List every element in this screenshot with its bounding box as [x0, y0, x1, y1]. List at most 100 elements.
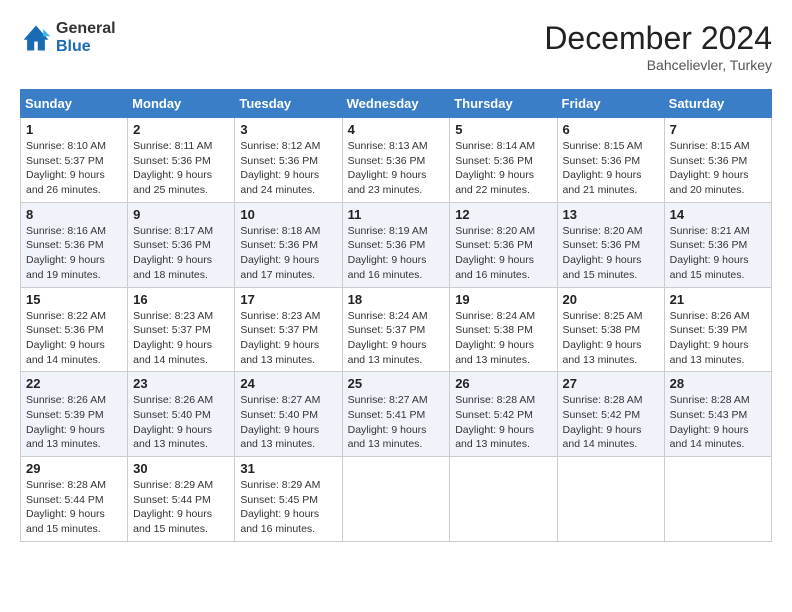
day-info: Sunrise: 8:12 AMSunset: 5:36 PMDaylight:… — [240, 139, 336, 198]
day-info: Sunrise: 8:13 AMSunset: 5:36 PMDaylight:… — [348, 139, 445, 198]
week-row-3: 15 Sunrise: 8:22 AMSunset: 5:36 PMDayligh… — [21, 287, 772, 372]
day-cell: 22 Sunrise: 8:26 AMSunset: 5:39 PMDayligh… — [21, 372, 128, 457]
day-number: 25 — [348, 376, 445, 391]
weekday-header-row: SundayMondayTuesdayWednesdayThursdayFrid… — [21, 90, 772, 118]
day-info: Sunrise: 8:14 AMSunset: 5:36 PMDaylight:… — [455, 139, 551, 198]
day-cell: 15 Sunrise: 8:22 AMSunset: 5:36 PMDayligh… — [21, 287, 128, 372]
day-number: 19 — [455, 292, 551, 307]
day-cell: 10 Sunrise: 8:18 AMSunset: 5:36 PMDayligh… — [235, 202, 342, 287]
day-info: Sunrise: 8:18 AMSunset: 5:36 PMDaylight:… — [240, 224, 336, 283]
day-cell: 11Sunrise: 8:19 AMSunset: 5:36 PMDayligh… — [342, 202, 450, 287]
day-number: 22 — [26, 376, 122, 391]
day-info: Sunrise: 8:29 AMSunset: 5:44 PMDaylight:… — [133, 478, 229, 537]
weekday-header-sunday: Sunday — [21, 90, 128, 118]
day-number: 18 — [348, 292, 445, 307]
logo: General Blue — [20, 20, 116, 55]
day-info: Sunrise: 8:28 AMSunset: 5:42 PMDaylight:… — [455, 393, 551, 452]
day-cell: 7 Sunrise: 8:15 AMSunset: 5:36 PMDaylight… — [664, 118, 771, 203]
day-cell: 28Sunrise: 8:28 AMSunset: 5:43 PMDayligh… — [664, 372, 771, 457]
day-info: Sunrise: 8:11 AMSunset: 5:36 PMDaylight:… — [133, 139, 229, 198]
day-info: Sunrise: 8:28 AMSunset: 5:44 PMDaylight:… — [26, 478, 122, 537]
day-cell: 14 Sunrise: 8:21 AMSunset: 5:36 PMDayligh… — [664, 202, 771, 287]
day-info: Sunrise: 8:26 AMSunset: 5:39 PMDaylight:… — [670, 309, 766, 368]
calendar-table: SundayMondayTuesdayWednesdayThursdayFrid… — [20, 89, 772, 542]
day-info: Sunrise: 8:22 AMSunset: 5:36 PMDaylight:… — [26, 309, 122, 368]
day-info: Sunrise: 8:21 AMSunset: 5:36 PMDaylight:… — [670, 224, 766, 283]
day-info: Sunrise: 8:28 AMSunset: 5:43 PMDaylight:… — [670, 393, 766, 452]
day-info: Sunrise: 8:27 AMSunset: 5:40 PMDaylight:… — [240, 393, 336, 452]
day-number: 10 — [240, 207, 336, 222]
day-number: 9 — [133, 207, 229, 222]
logo-icon — [20, 22, 52, 54]
logo-text: General Blue — [56, 20, 116, 55]
day-cell — [557, 457, 664, 542]
day-cell: 21 Sunrise: 8:26 AMSunset: 5:39 PMDayligh… — [664, 287, 771, 372]
day-info: Sunrise: 8:20 AMSunset: 5:36 PMDaylight:… — [455, 224, 551, 283]
day-cell: 2 Sunrise: 8:11 AMSunset: 5:36 PMDaylight… — [128, 118, 235, 203]
day-info: Sunrise: 8:27 AMSunset: 5:41 PMDaylight:… — [348, 393, 445, 452]
week-row-1: 1Sunrise: 8:10 AMSunset: 5:37 PMDaylight… — [21, 118, 772, 203]
day-info: Sunrise: 8:15 AMSunset: 5:36 PMDaylight:… — [563, 139, 659, 198]
day-number: 11 — [348, 207, 445, 222]
day-cell: 4 Sunrise: 8:13 AMSunset: 5:36 PMDaylight… — [342, 118, 450, 203]
day-number: 6 — [563, 122, 659, 137]
day-info: Sunrise: 8:15 AMSunset: 5:36 PMDaylight:… — [670, 139, 766, 198]
day-cell: 6 Sunrise: 8:15 AMSunset: 5:36 PMDaylight… — [557, 118, 664, 203]
day-cell: 24 Sunrise: 8:27 AMSunset: 5:40 PMDayligh… — [235, 372, 342, 457]
day-number: 31 — [240, 461, 336, 476]
day-cell: 8 Sunrise: 8:16 AMSunset: 5:36 PMDaylight… — [21, 202, 128, 287]
day-info: Sunrise: 8:29 AMSunset: 5:45 PMDaylight:… — [240, 478, 336, 537]
day-number: 15 — [26, 292, 122, 307]
day-number: 8 — [26, 207, 122, 222]
week-row-5: 29Sunrise: 8:28 AMSunset: 5:44 PMDayligh… — [21, 457, 772, 542]
weekday-header-friday: Friday — [557, 90, 664, 118]
day-info: Sunrise: 8:16 AMSunset: 5:36 PMDaylight:… — [26, 224, 122, 283]
day-info: Sunrise: 8:25 AMSunset: 5:38 PMDaylight:… — [563, 309, 659, 368]
weekday-header-wednesday: Wednesday — [342, 90, 450, 118]
weekday-header-thursday: Thursday — [450, 90, 557, 118]
day-number: 16 — [133, 292, 229, 307]
day-cell: 9 Sunrise: 8:17 AMSunset: 5:36 PMDaylight… — [128, 202, 235, 287]
day-info: Sunrise: 8:24 AMSunset: 5:38 PMDaylight:… — [455, 309, 551, 368]
day-cell: 18Sunrise: 8:24 AMSunset: 5:37 PMDayligh… — [342, 287, 450, 372]
day-cell: 5Sunrise: 8:14 AMSunset: 5:36 PMDaylight… — [450, 118, 557, 203]
day-cell: 31 Sunrise: 8:29 AMSunset: 5:45 PMDayligh… — [235, 457, 342, 542]
day-number: 26 — [455, 376, 551, 391]
day-cell: 12Sunrise: 8:20 AMSunset: 5:36 PMDayligh… — [450, 202, 557, 287]
day-number: 3 — [240, 122, 336, 137]
day-cell: 26 Sunrise: 8:28 AMSunset: 5:42 PMDayligh… — [450, 372, 557, 457]
day-cell: 30 Sunrise: 8:29 AMSunset: 5:44 PMDayligh… — [128, 457, 235, 542]
day-number: 13 — [563, 207, 659, 222]
day-cell — [664, 457, 771, 542]
day-cell: 16 Sunrise: 8:23 AMSunset: 5:37 PMDayligh… — [128, 287, 235, 372]
day-cell: 13Sunrise: 8:20 AMSunset: 5:36 PMDayligh… — [557, 202, 664, 287]
day-cell — [342, 457, 450, 542]
day-number: 17 — [240, 292, 336, 307]
day-cell: 17 Sunrise: 8:23 AMSunset: 5:37 PMDayligh… — [235, 287, 342, 372]
day-number: 7 — [670, 122, 766, 137]
day-info: Sunrise: 8:26 AMSunset: 5:39 PMDaylight:… — [26, 393, 122, 452]
day-info: Sunrise: 8:23 AMSunset: 5:37 PMDaylight:… — [240, 309, 336, 368]
week-row-4: 22 Sunrise: 8:26 AMSunset: 5:39 PMDayligh… — [21, 372, 772, 457]
day-number: 27 — [563, 376, 659, 391]
day-number: 4 — [348, 122, 445, 137]
location: Bahcelievler, Turkey — [544, 57, 772, 73]
day-number: 14 — [670, 207, 766, 222]
day-cell: 23Sunrise: 8:26 AMSunset: 5:40 PMDayligh… — [128, 372, 235, 457]
day-number: 23 — [133, 376, 229, 391]
day-number: 30 — [133, 461, 229, 476]
weekday-header-monday: Monday — [128, 90, 235, 118]
day-number: 20 — [563, 292, 659, 307]
day-info: Sunrise: 8:23 AMSunset: 5:37 PMDaylight:… — [133, 309, 229, 368]
day-info: Sunrise: 8:17 AMSunset: 5:36 PMDaylight:… — [133, 224, 229, 283]
page-header: General Blue December 2024 Bahcelievler,… — [20, 20, 772, 73]
day-cell — [450, 457, 557, 542]
day-number: 21 — [670, 292, 766, 307]
day-number: 2 — [133, 122, 229, 137]
day-number: 1 — [26, 122, 122, 137]
day-cell: 3 Sunrise: 8:12 AMSunset: 5:36 PMDaylight… — [235, 118, 342, 203]
weekday-header-saturday: Saturday — [664, 90, 771, 118]
weekday-header-tuesday: Tuesday — [235, 90, 342, 118]
day-number: 24 — [240, 376, 336, 391]
title-block: December 2024 Bahcelievler, Turkey — [544, 20, 772, 73]
